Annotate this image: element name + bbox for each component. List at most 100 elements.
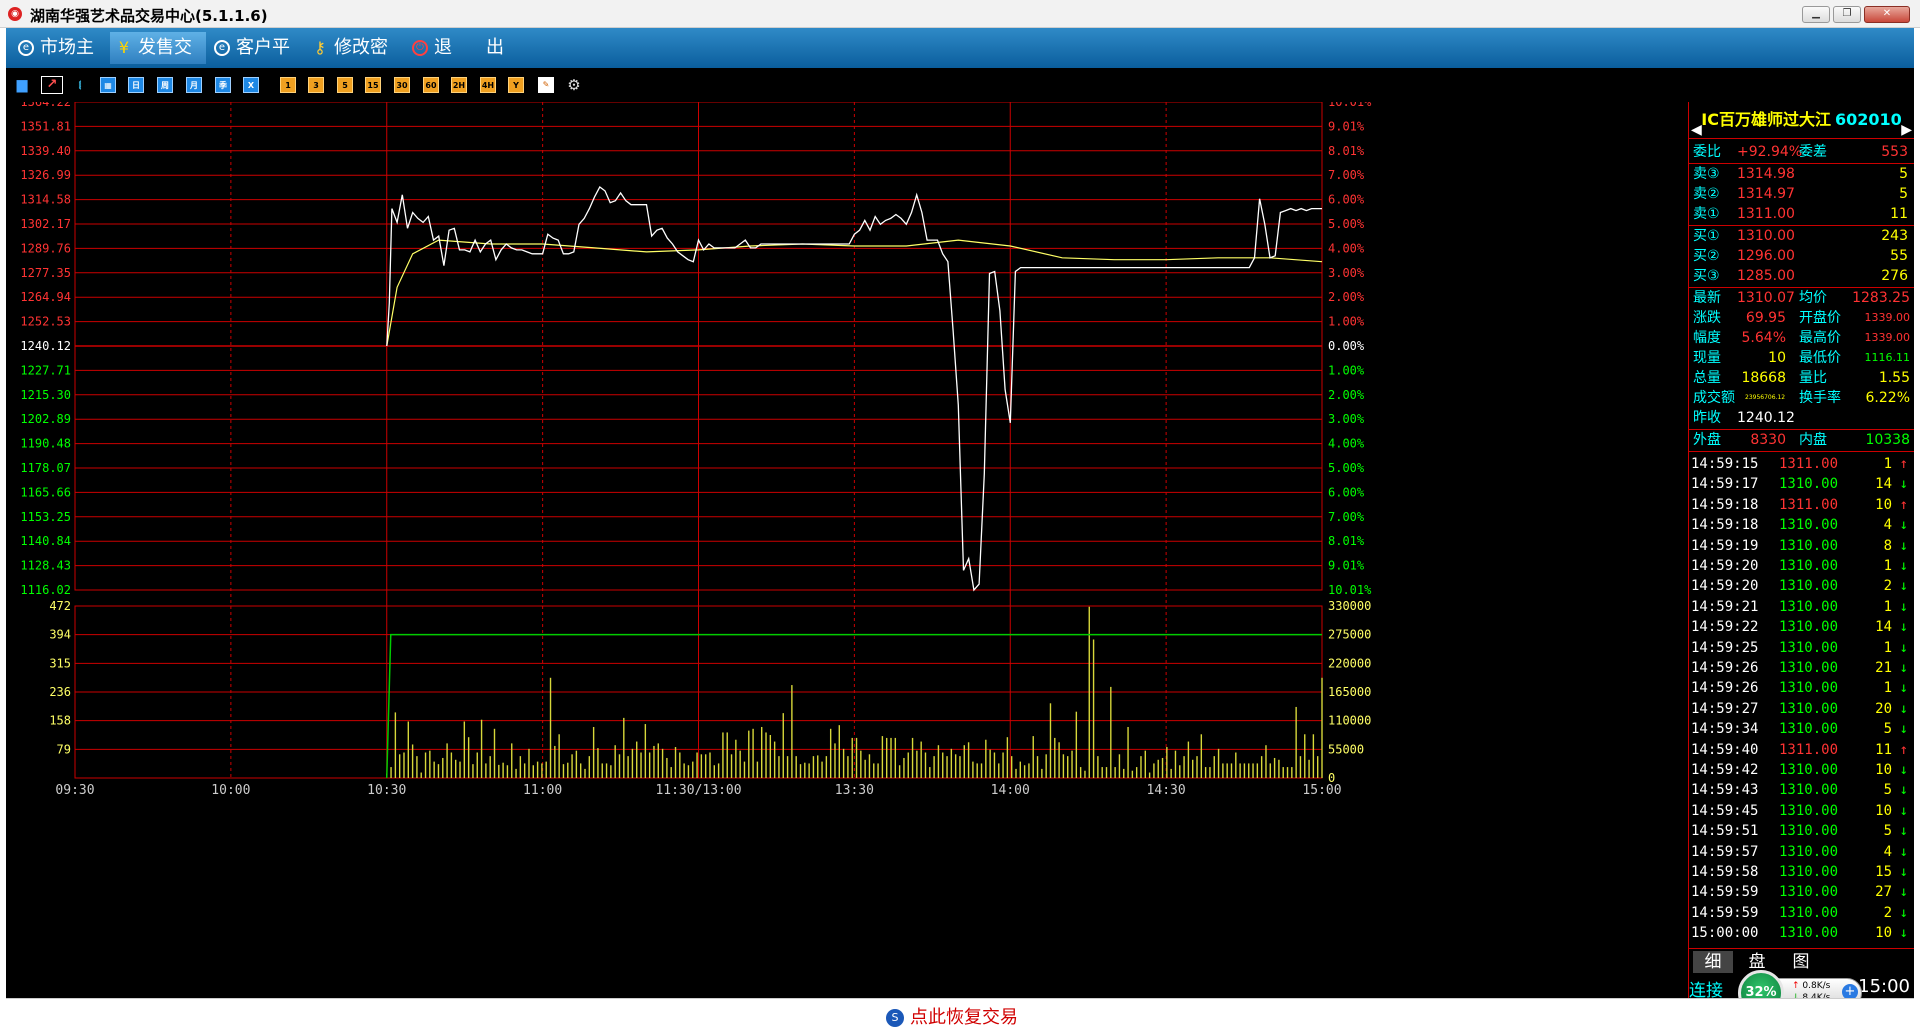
arrow-down-icon: ↓ <box>1899 721 1908 738</box>
arrow-down-icon: ↓ <box>1899 802 1908 819</box>
minute-15-button[interactable]: 15 <box>365 77 381 93</box>
arrow-down-icon: ↓ <box>1899 762 1908 778</box>
tick-row: 14:59:27 1310.00 20 ↓ <box>1689 699 1914 719</box>
minute-3-button[interactable]: 3 <box>308 77 324 93</box>
period-season-button[interactable]: 季 <box>215 77 231 93</box>
tick-volume: 14 <box>1875 476 1892 493</box>
year-button[interactable]: Y <box>508 77 524 93</box>
minute-5-button[interactable]: 5 <box>337 77 353 93</box>
time-tick-label: 13:30 <box>835 783 874 798</box>
tick-volume: 27 <box>1875 884 1892 901</box>
volume-tick-label: 79 <box>57 742 71 756</box>
menu-market-home[interactable]: e市场主页 <box>12 32 106 90</box>
time-tick-label: 10:00 <box>211 783 250 798</box>
line-chart-icon[interactable]: ↗ <box>41 76 63 94</box>
restore-trading-link[interactable]: S 点此恢复交易 <box>886 1003 1018 1029</box>
turnover-value: 23956706.12 <box>1745 394 1786 401</box>
minimize-button[interactable]: ▁ <box>1802 6 1830 23</box>
tick-time: 14:59:17 <box>1691 476 1759 493</box>
calendar-icon[interactable]: ▦ <box>100 77 116 93</box>
menu-issue-trade[interactable]: ¥发售交易 <box>110 32 206 90</box>
tick-volume: 5 <box>1883 823 1892 840</box>
ask-volume: 5 <box>1899 186 1908 202</box>
stat-row-amp: 幅度 5.64% 最高价 1339.00 <box>1689 328 1914 348</box>
gear-icon[interactable]: ⚙ <box>566 77 582 93</box>
tick-volume: 1 <box>1883 639 1892 656</box>
tick-row: 14:59:18 1311.00 10 ↑ <box>1689 495 1914 515</box>
bid-row-3[interactable]: 买③ 1285.00 276 <box>1689 266 1914 286</box>
hour-2-button[interactable]: 2H <box>451 77 467 93</box>
tick-volume: 4 <box>1883 517 1892 534</box>
arrow-down-icon: ↓ <box>1899 680 1908 697</box>
tick-price: 1310.00 <box>1779 884 1839 901</box>
tick-time: 14:59:27 <box>1691 700 1759 717</box>
tick-volume: 11 <box>1875 741 1892 758</box>
arrow-down-icon: ↓ <box>1899 864 1908 880</box>
tick-time: 14:59:20 <box>1691 558 1759 574</box>
globe-icon: e <box>214 40 230 56</box>
arrow-down-icon: ↓ <box>1899 884 1908 901</box>
chart-area: 1364.22 1351.81 1339.40 1326.99 1314.58 1302.… <box>6 95 1914 998</box>
arrow-down-icon: ↓ <box>1899 925 1908 942</box>
percent-tick-label: 0.00% <box>1328 339 1365 353</box>
period-x-button[interactable]: X <box>243 77 259 93</box>
tick-row: 15:00:00 1310.00 10 ↓ <box>1689 923 1914 943</box>
bid-row-2[interactable]: 买② 1296.00 55 <box>1689 246 1914 266</box>
ask-row-2[interactable]: 卖② 1314.97 5 <box>1689 184 1914 204</box>
tick-volume: 4 <box>1883 843 1892 860</box>
tick-price: 1310.00 <box>1779 721 1839 738</box>
tick-price: 1310.00 <box>1779 619 1839 636</box>
tick-price: 1310.00 <box>1779 843 1839 860</box>
menu-client-platform[interactable]: e客户平台 <box>208 32 304 90</box>
price-tick-label: 1227.71 <box>20 363 71 377</box>
candlestick-icon[interactable]: ⧙ <box>72 77 88 93</box>
ask-row-3[interactable]: 卖③ 1314.98 5 <box>1689 164 1914 184</box>
tick-price: 1311.00 <box>1779 741 1839 758</box>
price-tick-label: 1116.02 <box>20 583 71 597</box>
tick-time: 14:59:21 <box>1691 598 1759 615</box>
time-tick-label: 14:30 <box>1147 783 1186 798</box>
high-value: 1339.00 <box>1864 331 1911 344</box>
bid-price: 1310.00 <box>1737 228 1795 244</box>
tick-price: 1310.00 <box>1779 802 1839 819</box>
price-tick-label: 1178.07 <box>20 461 71 475</box>
arrow-up-icon: ↑ <box>1899 741 1908 758</box>
arrow-up-icon: ↑ <box>1899 456 1908 472</box>
latest-value: 1310.07 <box>1737 290 1795 306</box>
tick-row: 14:59:26 1310.00 1 ↓ <box>1689 678 1914 698</box>
draw-tool-icon[interactable]: ✎ <box>538 77 554 93</box>
inner-label: 内盘 <box>1799 432 1827 448</box>
period-week-button[interactable]: 周 <box>157 77 173 93</box>
arrow-down-icon: ↓ <box>1899 660 1908 676</box>
period-day-button[interactable]: 日 <box>128 77 144 93</box>
amount-tick-label: 55000 <box>1328 742 1364 756</box>
period-month-button[interactable]: 月 <box>186 77 202 93</box>
bar-chart-icon[interactable]: ▆ <box>14 77 30 93</box>
menu-logout[interactable]: ⏻ 退 出 <box>406 32 506 64</box>
tick-row: 14:59:20 1310.00 2 ↓ <box>1689 576 1914 596</box>
close-button[interactable]: ✕ <box>1864 6 1910 23</box>
maximize-button[interactable]: ❐ <box>1833 6 1861 23</box>
bid-row-1[interactable]: 买① 1310.00 243 <box>1689 226 1914 246</box>
hour-4-button[interactable]: 4H <box>480 77 496 93</box>
tab-detail[interactable]: 细 <box>1693 951 1733 973</box>
menu-change-password[interactable]: ⚷修改密码 <box>306 32 404 90</box>
amount-tick-label: 330000 <box>1328 599 1371 613</box>
minute-60-button[interactable]: 60 <box>423 77 439 93</box>
percent-tick-label: 10.01% <box>1328 102 1372 109</box>
chart-toolbar: ▆ ↗ ⧙ ▦ 日 周 月 季 X 1 3 5 15 30 60 2H 4H Y… <box>6 68 1914 102</box>
tick-time: 14:59:34 <box>1691 721 1759 738</box>
tick-time: 14:59:59 <box>1691 884 1759 901</box>
tick-time: 14:59:22 <box>1691 619 1759 636</box>
bottom-bar: S 点此恢复交易 <box>6 998 1914 1028</box>
minute-1-button[interactable]: 1 <box>280 77 296 93</box>
minute-30-button[interactable]: 30 <box>394 77 410 93</box>
amplitude-label: 幅度 <box>1693 330 1721 346</box>
tick-time: 14:59:51 <box>1691 823 1759 840</box>
tick-volume: 5 <box>1883 721 1892 738</box>
upload-speed-value: 0.8K/s <box>1802 981 1831 991</box>
volume-tick-label: 236 <box>49 685 71 699</box>
ask-label: 卖② <box>1693 186 1720 202</box>
menu-label: 出 <box>486 37 504 58</box>
ask-row-1[interactable]: 卖① 1311.00 11 <box>1689 204 1914 224</box>
